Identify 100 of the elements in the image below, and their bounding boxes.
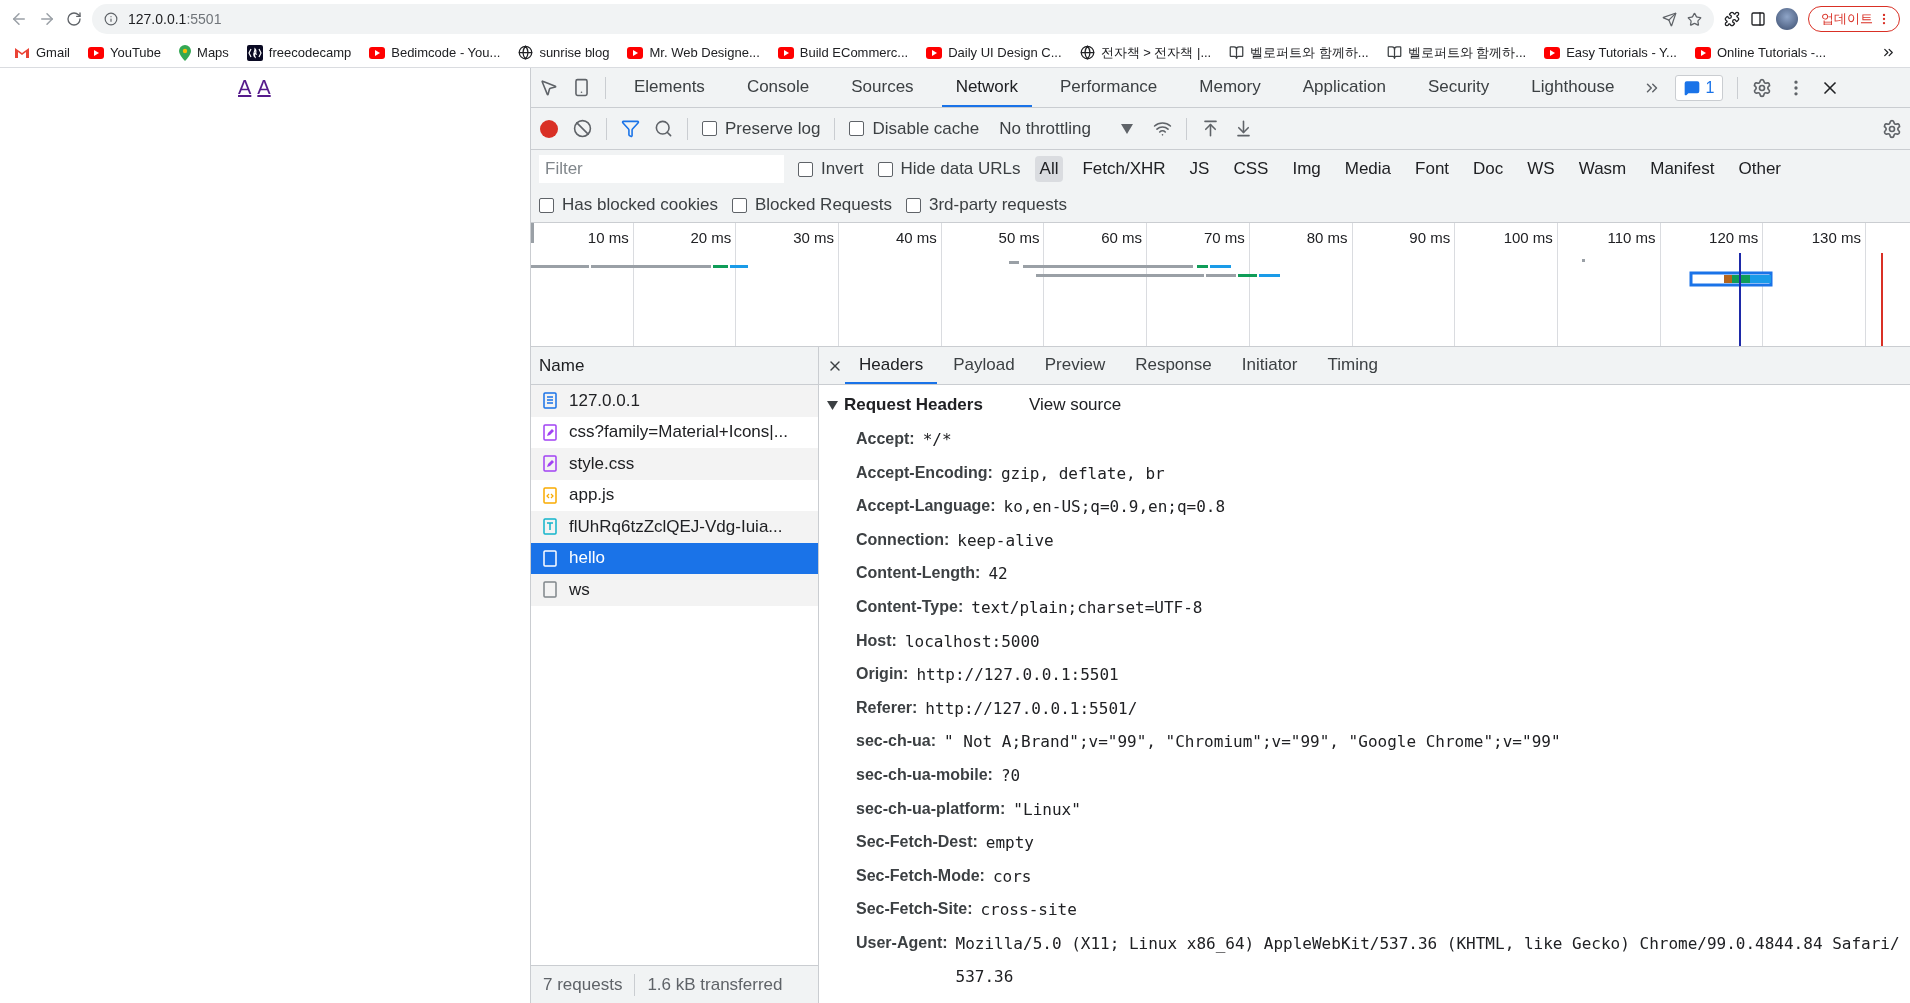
type-filter-button[interactable]: Wasm (1573, 156, 1632, 182)
bookmark[interactable]: Daily UI Design C... (926, 45, 1062, 60)
type-filter-button[interactable]: All (1034, 156, 1064, 182)
checkbox[interactable]: Blocked Requests (731, 195, 892, 215)
checkbox[interactable]: Has blocked cookies (539, 195, 718, 215)
bookmark[interactable]: Maps (179, 44, 229, 61)
header-value: ?0 (1000, 764, 1021, 787)
update-button[interactable]: 업데이트 (1808, 6, 1900, 32)
request-row[interactable]: hello (531, 542, 818, 574)
page-link[interactable]: A (238, 76, 252, 99)
star-icon[interactable] (1687, 11, 1702, 27)
checkbox[interactable]: 3rd-party requests (905, 195, 1067, 215)
request-row[interactable]: style.css (531, 448, 818, 480)
bookmark[interactable]: YouTube (87, 45, 162, 60)
bookmark[interactable]: 벨로퍼트와 함께하... (1229, 43, 1369, 62)
bookmark[interactable]: 전자책 > 전자책 |... (1079, 43, 1212, 62)
header-name: Accept-Language: (856, 497, 996, 516)
devtools-tab[interactable]: Elements (620, 68, 719, 107)
request-row[interactable]: flUhRq6tzZclQEJ-Vdg-Iuia... (531, 511, 818, 543)
type-filter-button[interactable]: Font (1410, 156, 1455, 182)
type-filter-button[interactable]: Manifest (1645, 156, 1720, 182)
filter-icon[interactable] (621, 119, 640, 138)
devtools-tab[interactable]: Console (732, 68, 824, 107)
type-filter-button[interactable]: JS (1184, 156, 1215, 182)
type-filter-button[interactable]: Fetch/XHR (1077, 156, 1171, 182)
map-pin-icon (179, 44, 192, 61)
devtools-tab[interactable]: Security (1413, 68, 1504, 107)
bookmark[interactable]: Bedimcode - You... (369, 45, 501, 60)
puzzle-icon[interactable] (1724, 11, 1740, 27)
settings-icon[interactable] (1882, 118, 1902, 139)
book-icon (1229, 45, 1245, 60)
devtools-tab[interactable]: Sources (837, 68, 928, 107)
bookmark[interactable]: Gmail (14, 45, 70, 60)
back-icon[interactable] (10, 10, 28, 28)
expand-triangle-icon[interactable] (827, 399, 838, 411)
send-icon[interactable] (1662, 11, 1677, 27)
detail-tab[interactable]: Preview (1030, 347, 1120, 384)
header-value: */* (922, 429, 952, 451)
header-name: Accept-Encoding: (856, 463, 993, 482)
book-icon (1386, 45, 1402, 60)
type-filter-button[interactable]: WS (1522, 156, 1560, 182)
globe-icon (518, 45, 534, 60)
detail-tab[interactable]: Response (1121, 347, 1226, 384)
header-value: gzip, deflate, br (1000, 462, 1165, 485)
bookmark[interactable]: Online Tutorials -... (1694, 45, 1827, 60)
bookmark[interactable]: freecodecamp (246, 44, 352, 61)
filter-field[interactable]: Filter (539, 155, 784, 183)
caret-icon (1120, 123, 1133, 134)
search-icon[interactable] (654, 119, 673, 138)
detail-tab[interactable]: Payload (939, 347, 1029, 384)
bookmark[interactable]: Mr. Web Designe... (627, 45, 760, 60)
type-filter-button[interactable]: Media (1339, 156, 1397, 182)
time-tick-label: 60 ms (1101, 229, 1143, 246)
type-filter-button[interactable]: Doc (1468, 156, 1509, 182)
device-toolbar-icon[interactable] (572, 78, 591, 97)
header-value: localhost:5000 (904, 630, 1040, 653)
bookmark[interactable]: Easy Tutorials - Y... (1544, 45, 1677, 60)
bookmark[interactable]: Build ECommerc... (777, 45, 909, 60)
info-icon[interactable] (104, 12, 118, 26)
record-icon[interactable] (539, 118, 559, 139)
play-icon (1694, 46, 1711, 59)
type-filter-button[interactable]: CSS (1228, 156, 1274, 182)
devtools-tab[interactable]: Lighthouse (1517, 68, 1629, 107)
page-link[interactable]: A (257, 76, 271, 99)
request-row[interactable]: 127.0.0.1 (531, 385, 818, 417)
request-row[interactable]: ws (531, 574, 818, 606)
forward-icon[interactable] (38, 10, 56, 28)
checkbox[interactable]: Disable cache (849, 118, 980, 139)
header-name: sec-ch-ua-platform: (856, 799, 1006, 818)
detail-tab[interactable]: Timing (1313, 347, 1392, 384)
checkbox[interactable]: Invert (798, 159, 864, 179)
checkbox[interactable]: Preserve log (702, 118, 821, 139)
time-tick-label: 30 ms (793, 229, 835, 246)
header-name: Sec-Fetch-Dest: (856, 833, 978, 852)
type-filter-button[interactable]: Img (1287, 156, 1326, 182)
issues-button[interactable]: 1 (1674, 74, 1724, 101)
reload-icon[interactable] (66, 11, 82, 27)
column-header[interactable]: Name (531, 347, 818, 385)
throttling-dropdown[interactable]: No throttling (993, 117, 1139, 140)
devtools-tab[interactable]: Application (1288, 68, 1400, 107)
type-filter-button[interactable]: Other (1733, 156, 1787, 182)
pencil-file-icon (543, 455, 557, 473)
devtools-tab[interactable]: Memory (1185, 68, 1275, 107)
clear-icon[interactable] (573, 119, 592, 138)
header-value: cors (992, 865, 1032, 888)
inspect-icon[interactable] (539, 78, 558, 97)
avatar[interactable] (1776, 8, 1798, 30)
side-panel-icon[interactable] (1750, 11, 1766, 27)
wifi-settings-icon[interactable] (1152, 119, 1172, 138)
detail-tab[interactable]: Headers (845, 347, 938, 384)
view-source-link[interactable]: View source (1028, 395, 1122, 415)
devtools-tab[interactable]: Performance (1046, 68, 1172, 107)
bookmark[interactable]: 벨로퍼트와 함께하... (1386, 43, 1527, 62)
bookmark[interactable]: sunrise blog (518, 45, 610, 60)
checkbox[interactable]: Hide data URLs (877, 159, 1021, 179)
code-file-icon (543, 486, 557, 504)
header-name: Accept: (856, 430, 915, 448)
settings-icon[interactable] (1752, 77, 1773, 98)
address-bar[interactable]: 127.0.0.1:5501 (92, 4, 1714, 34)
detail-tab[interactable]: Initiator (1227, 347, 1312, 384)
